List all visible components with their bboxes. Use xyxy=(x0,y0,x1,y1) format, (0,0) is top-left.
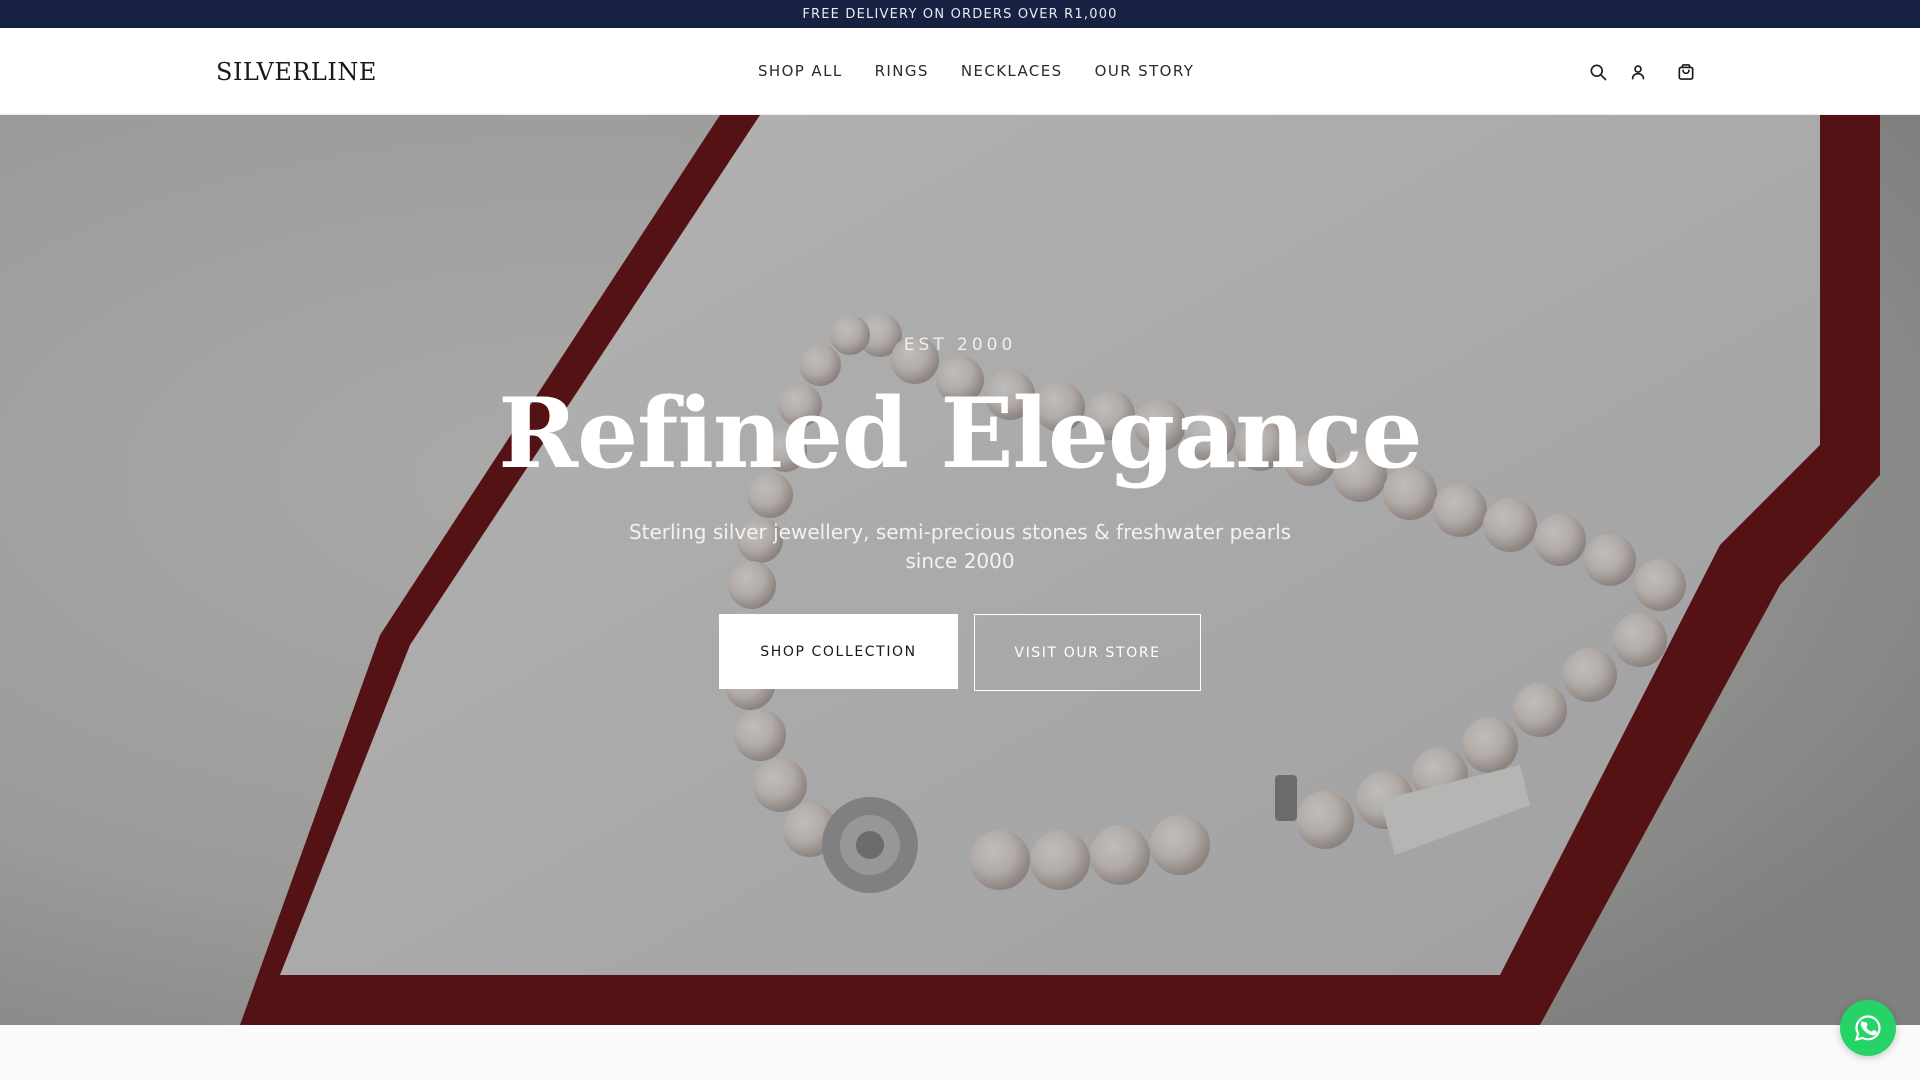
nav-item-necklaces[interactable]: NECKLACES xyxy=(961,62,1063,80)
main-nav: SHOP ALL RINGS NECKLACES OUR STORY xyxy=(758,62,1194,80)
hero-section: EST 2000 Refined Elegance Sterling silve… xyxy=(0,115,1920,1025)
hero-eyebrow: EST 2000 xyxy=(903,335,1017,355)
nav-item-shop-all[interactable]: SHOP ALL xyxy=(758,62,843,80)
visit-store-button[interactable]: VISIT OUR STORE xyxy=(974,614,1201,691)
site-header: SILVERLINE SHOP ALL RINGS NECKLACES OUR … xyxy=(0,28,1920,115)
hero-subline: Sterling silver jewellery, semi-precious… xyxy=(628,520,1292,573)
whatsapp-icon xyxy=(1854,1015,1881,1042)
hero-content: EST 2000 Refined Elegance Sterling silve… xyxy=(0,115,1920,1025)
nav-item-our-story[interactable]: OUR STORY xyxy=(1095,62,1195,80)
cart-icon[interactable] xyxy=(1674,60,1698,84)
announcement-bar: FREE DELIVERY ON ORDERS OVER R1,000 xyxy=(0,0,1920,28)
search-icon[interactable] xyxy=(1586,60,1610,84)
site-logo[interactable]: SILVERLINE xyxy=(216,58,377,86)
whatsapp-chat-button[interactable] xyxy=(1840,1000,1896,1056)
shop-collection-button[interactable]: SHOP COLLECTION xyxy=(719,614,958,689)
hero-headline: Refined Elegance xyxy=(498,377,1422,490)
account-icon[interactable] xyxy=(1626,60,1650,84)
announcement-text: FREE DELIVERY ON ORDERS OVER R1,000 xyxy=(802,6,1118,22)
nav-item-rings[interactable]: RINGS xyxy=(875,62,929,80)
